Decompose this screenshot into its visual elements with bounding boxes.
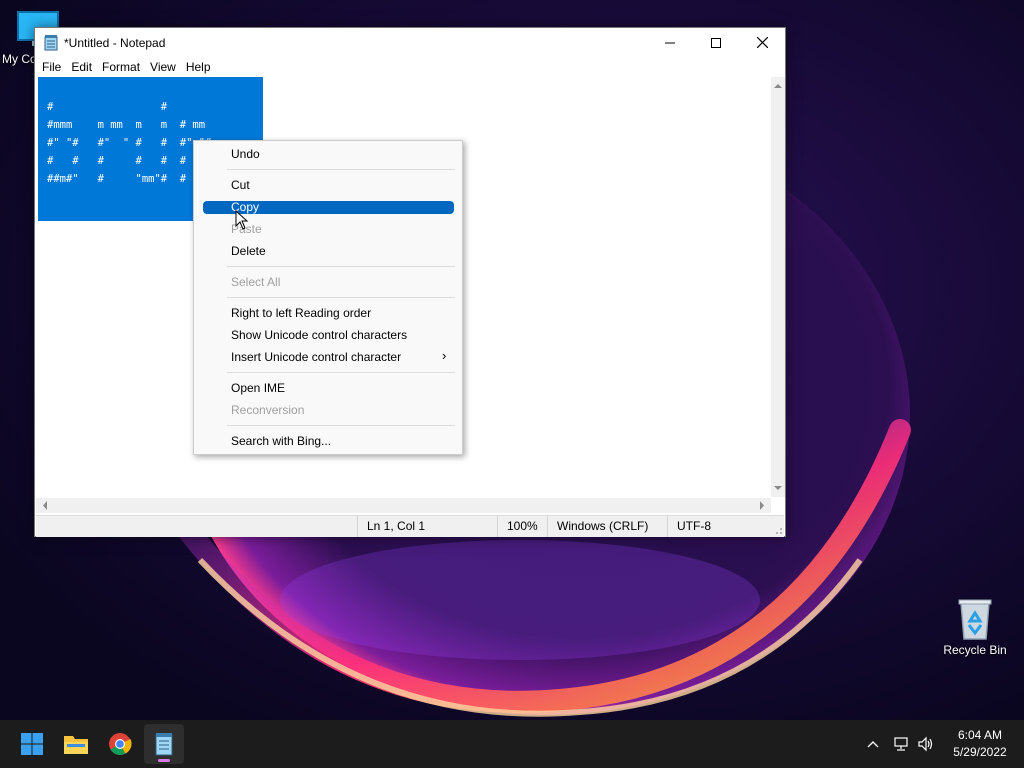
status-position: Ln 1, Col 1: [357, 516, 497, 537]
menu-edit[interactable]: Edit: [66, 60, 97, 74]
menu-separator: [227, 169, 455, 170]
taskbar: 6:04 AM 5/29/2022: [0, 720, 1024, 768]
menu-bar: File Edit Format View Help: [35, 57, 785, 77]
menu-item-search-bing[interactable]: Search with Bing...: [231, 434, 331, 448]
menu-item-rtl-reading-order[interactable]: Right to left Reading order: [231, 306, 371, 320]
recycle-bin-icon: [958, 599, 992, 640]
taskbar-file-explorer[interactable]: [56, 724, 96, 764]
clock-date: 5/29/2022: [953, 745, 1007, 759]
vertical-scrollbar[interactable]: [771, 77, 785, 497]
clock-time: 6:04 AM: [957, 728, 1003, 742]
start-icon: [21, 733, 43, 755]
menu-item-delete[interactable]: Delete: [231, 244, 266, 258]
scroll-right-icon[interactable]: [755, 498, 769, 513]
context-menu: Undo Cut Copy Paste Delete Select All Ri…: [193, 140, 463, 455]
desktop-icon-recycle-bin[interactable]: Recycle Bin: [940, 597, 1010, 657]
editor-line: #" "# #" " # # #" "#: [47, 137, 212, 149]
editor-line: # # # # # # #: [47, 155, 212, 167]
taskbar-notepad[interactable]: [144, 724, 184, 764]
menu-item-select-all: Select All: [231, 275, 281, 289]
maximize-button[interactable]: [693, 28, 739, 57]
menu-item-undo[interactable]: Undo: [231, 147, 260, 161]
taskbar-clock[interactable]: 6:04 AM 5/29/2022: [946, 727, 1014, 761]
status-bar: Ln 1, Col 1 100% Windows (CRLF) UTF-8: [36, 515, 784, 537]
minimize-button[interactable]: [647, 28, 693, 57]
menu-item-cut[interactable]: Cut: [231, 178, 250, 192]
menu-help[interactable]: Help: [181, 60, 216, 74]
menu-view[interactable]: View: [145, 60, 181, 74]
status-zoom: 100%: [497, 516, 547, 537]
maximize-icon: [711, 37, 721, 48]
menu-file[interactable]: File: [37, 60, 66, 74]
start-button[interactable]: [12, 724, 52, 764]
active-app-indicator: [158, 759, 170, 762]
notepad-app-icon: [44, 34, 58, 51]
menu-separator: [227, 372, 455, 373]
editor-line: ##m#" # "mm"# # #: [47, 173, 212, 185]
notepad-icon: [155, 733, 173, 756]
file-explorer-icon: [64, 736, 88, 754]
scroll-left-icon[interactable]: [38, 498, 52, 513]
scroll-down-icon[interactable]: [771, 481, 785, 495]
network-icon[interactable]: [892, 736, 910, 752]
menu-separator: [227, 266, 455, 267]
minimize-icon: [665, 42, 675, 43]
scroll-up-icon[interactable]: [771, 79, 785, 93]
editor-text: # # #mmm m mm m m # mm #" "# #" " # # #"…: [47, 98, 211, 188]
volume-icon[interactable]: [917, 736, 935, 752]
desktop-icon-label: Recycle Bin: [943, 643, 1007, 657]
title-bar[interactable]: *Untitled - Notepad: [35, 28, 785, 57]
chrome-icon: [109, 733, 132, 755]
chevron-up-icon[interactable]: [866, 737, 880, 751]
menu-item-show-unicode[interactable]: Show Unicode control characters: [231, 328, 407, 342]
status-spacer: [36, 516, 357, 537]
editor-line: # #: [47, 101, 168, 113]
status-encoding: UTF-8: [667, 516, 777, 537]
submenu-arrow-icon: ›: [442, 348, 447, 363]
close-icon: [756, 37, 768, 48]
menu-separator: [227, 297, 455, 298]
menu-item-reconversion: Reconversion: [231, 403, 305, 417]
close-button[interactable]: [739, 28, 785, 57]
taskbar-chrome[interactable]: [100, 724, 140, 764]
editor-line: #mmm m mm m m # mm: [47, 119, 206, 131]
resize-grip-icon[interactable]: [775, 527, 783, 535]
window-title: *Untitled - Notepad: [64, 35, 166, 50]
menu-separator: [227, 425, 455, 426]
status-line-ending: Windows (CRLF): [547, 516, 667, 537]
menu-format[interactable]: Format: [97, 60, 145, 74]
horizontal-scrollbar[interactable]: [36, 498, 771, 513]
menu-item-insert-unicode[interactable]: Insert Unicode control character: [231, 350, 401, 364]
menu-item-open-ime[interactable]: Open IME: [231, 381, 285, 395]
mouse-cursor-icon: [235, 210, 249, 230]
